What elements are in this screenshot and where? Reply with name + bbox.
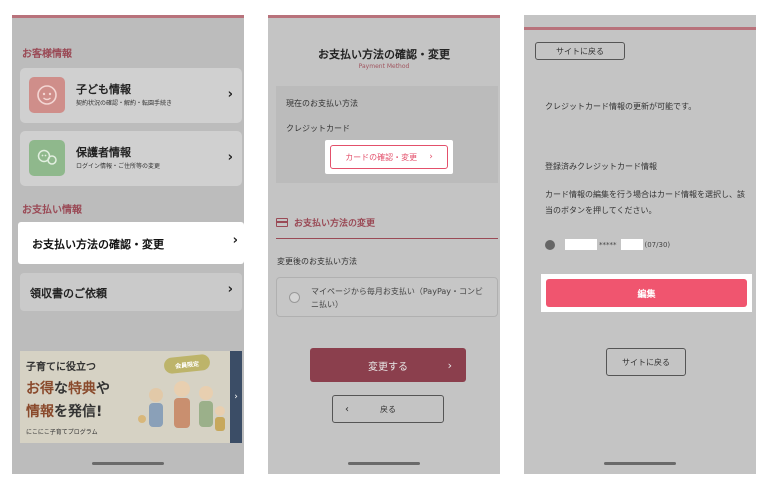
chevron-right-icon: ›	[227, 150, 233, 165]
home-indicator	[604, 462, 676, 465]
check-card-button[interactable]: カードの確認・変更 ›	[330, 145, 448, 169]
screenshot-stage: お客様情報 子ども情報 契約状況の確認・解約・転園手続き › 保護者情報 ログイ…	[0, 0, 775, 489]
banner-text: や	[96, 381, 110, 397]
registered-card-label: 登録済みクレジットカード情報	[545, 162, 657, 171]
registered-card-option[interactable]: ***** (07/30)	[545, 239, 670, 250]
edit-button[interactable]: 編集	[546, 279, 747, 307]
banner-line2: お得な特典や	[26, 378, 110, 398]
edit-instructions: カード情報の編集を行う場合はカード情報を選択し、該当のボタンを押してください。	[545, 190, 745, 215]
redacted-block	[620, 239, 643, 250]
section-divider	[276, 238, 498, 239]
back-button[interactable]: ‹ 戻る	[332, 395, 444, 423]
top-accent-line	[268, 15, 500, 18]
menu-card-children[interactable]: 子ども情報 契約状況の確認・解約・転園手続き ›	[20, 68, 242, 123]
page-title: お支払い方法の確認・変更	[318, 48, 450, 61]
banner-emphasis: 情報	[26, 404, 54, 420]
top-accent-line	[12, 15, 244, 18]
menu-item-receipt-label: 領収書のご依頼	[30, 287, 107, 300]
top-accent-line	[524, 27, 756, 30]
change-section-heading: お支払い方法の変更	[276, 216, 375, 229]
family-illustration	[138, 381, 225, 431]
home-indicator	[348, 462, 420, 465]
update-info-text: クレジットカード情報の更新が可能です。	[545, 102, 697, 111]
chevron-right-icon: ›	[227, 87, 233, 102]
banner-line3: 情報を発信!	[26, 401, 102, 421]
credit-card-icon	[276, 218, 288, 227]
menu-card-guardian-subtitle: ログイン情報・ご住所等の変更	[76, 163, 161, 170]
section-title-payment: お支払い情報	[22, 205, 82, 216]
back-button-label: 戻る	[380, 404, 396, 414]
submit-change-label: 変更する	[368, 361, 408, 373]
menu-card-children-title: 子ども情報	[76, 83, 131, 96]
check-card-button-label: カードの確認・変更	[345, 152, 418, 162]
banner-emphasis: お得	[26, 381, 54, 397]
banner-logo: にこにこ子育てプログラム	[26, 429, 98, 436]
promo-banner[interactable]: 子育てに役立つ お得な特典や 情報を発信! 会員限定 にこにこ子育てプログラム …	[20, 351, 242, 443]
redacted-block	[565, 239, 597, 250]
payment-option-text: マイページから毎月お支払い（PayPay・コンビニ払い）	[311, 287, 484, 309]
card-update-screen: サイトに戻る クレジットカード情報の更新が可能です。 登録済みクレジットカード情…	[524, 15, 756, 474]
menu-card-guardian-title: 保護者情報	[76, 146, 131, 159]
after-change-label: 変更後のお支払い方法	[277, 257, 357, 266]
payment-method-screen: お支払い方法の確認・変更 Payment Method 現在のお支払い方法 クレ…	[268, 15, 500, 474]
menu-item-receipt[interactable]: 領収書のご依頼 ›	[20, 273, 242, 311]
chevron-right-icon: ›	[227, 282, 233, 297]
page-subtitle: Payment Method	[358, 63, 410, 70]
banner-emphasis: 特典	[68, 381, 96, 397]
current-payment-label: 現在のお支払い方法	[286, 99, 358, 108]
radio-selected-icon[interactable]	[545, 239, 555, 250]
submit-change-button[interactable]: 変更する ›	[310, 348, 466, 382]
check-card-button-highlight: カードの確認・変更 ›	[325, 140, 453, 174]
edit-button-highlight: 編集	[541, 274, 752, 312]
banner-next-arrow-icon[interactable]: ›	[230, 351, 242, 443]
parent-child-icon	[29, 140, 65, 176]
menu-card-guardian[interactable]: 保護者情報 ログイン情報・ご住所等の変更 ›	[20, 131, 242, 186]
child-face-icon	[29, 77, 65, 113]
home-indicator	[92, 462, 164, 465]
card-expiry: (07/30)	[644, 240, 671, 249]
banner-text: を発信!	[54, 404, 103, 420]
menu-item-payment-method-label: お支払い方法の確認・変更	[32, 238, 164, 251]
card-mask-stars: *****	[599, 240, 617, 249]
return-to-site-button-top[interactable]: サイトに戻る	[535, 42, 625, 60]
radio-button[interactable]	[289, 292, 300, 303]
chevron-right-icon: ›	[447, 358, 452, 372]
chevron-left-icon: ‹	[345, 403, 349, 415]
masked-card-number: ***** (07/30)	[565, 239, 670, 250]
chevron-right-icon: ›	[232, 233, 238, 248]
change-section-title: お支払い方法の変更	[294, 219, 376, 229]
current-payment-value: クレジットカード	[286, 124, 350, 133]
banner-line1: 子育てに役立つ	[26, 362, 96, 373]
banner-badge: 会員限定	[163, 353, 211, 375]
banner-text: な	[54, 381, 68, 397]
menu-item-payment-method[interactable]: お支払い方法の確認・変更 ›	[18, 222, 244, 264]
mypage-menu-screen: お客様情報 子ども情報 契約状況の確認・解約・転園手続き › 保護者情報 ログイ…	[12, 15, 244, 474]
section-title-customer: お客様情報	[22, 49, 72, 60]
chevron-right-icon: ›	[429, 152, 433, 162]
return-to-site-button-bottom[interactable]: サイトに戻る	[606, 348, 686, 376]
payment-option-mypage[interactable]: マイページから毎月お支払い（PayPay・コンビニ払い）	[276, 277, 498, 317]
menu-card-children-subtitle: 契約状況の確認・解約・転園手続き	[76, 100, 173, 107]
